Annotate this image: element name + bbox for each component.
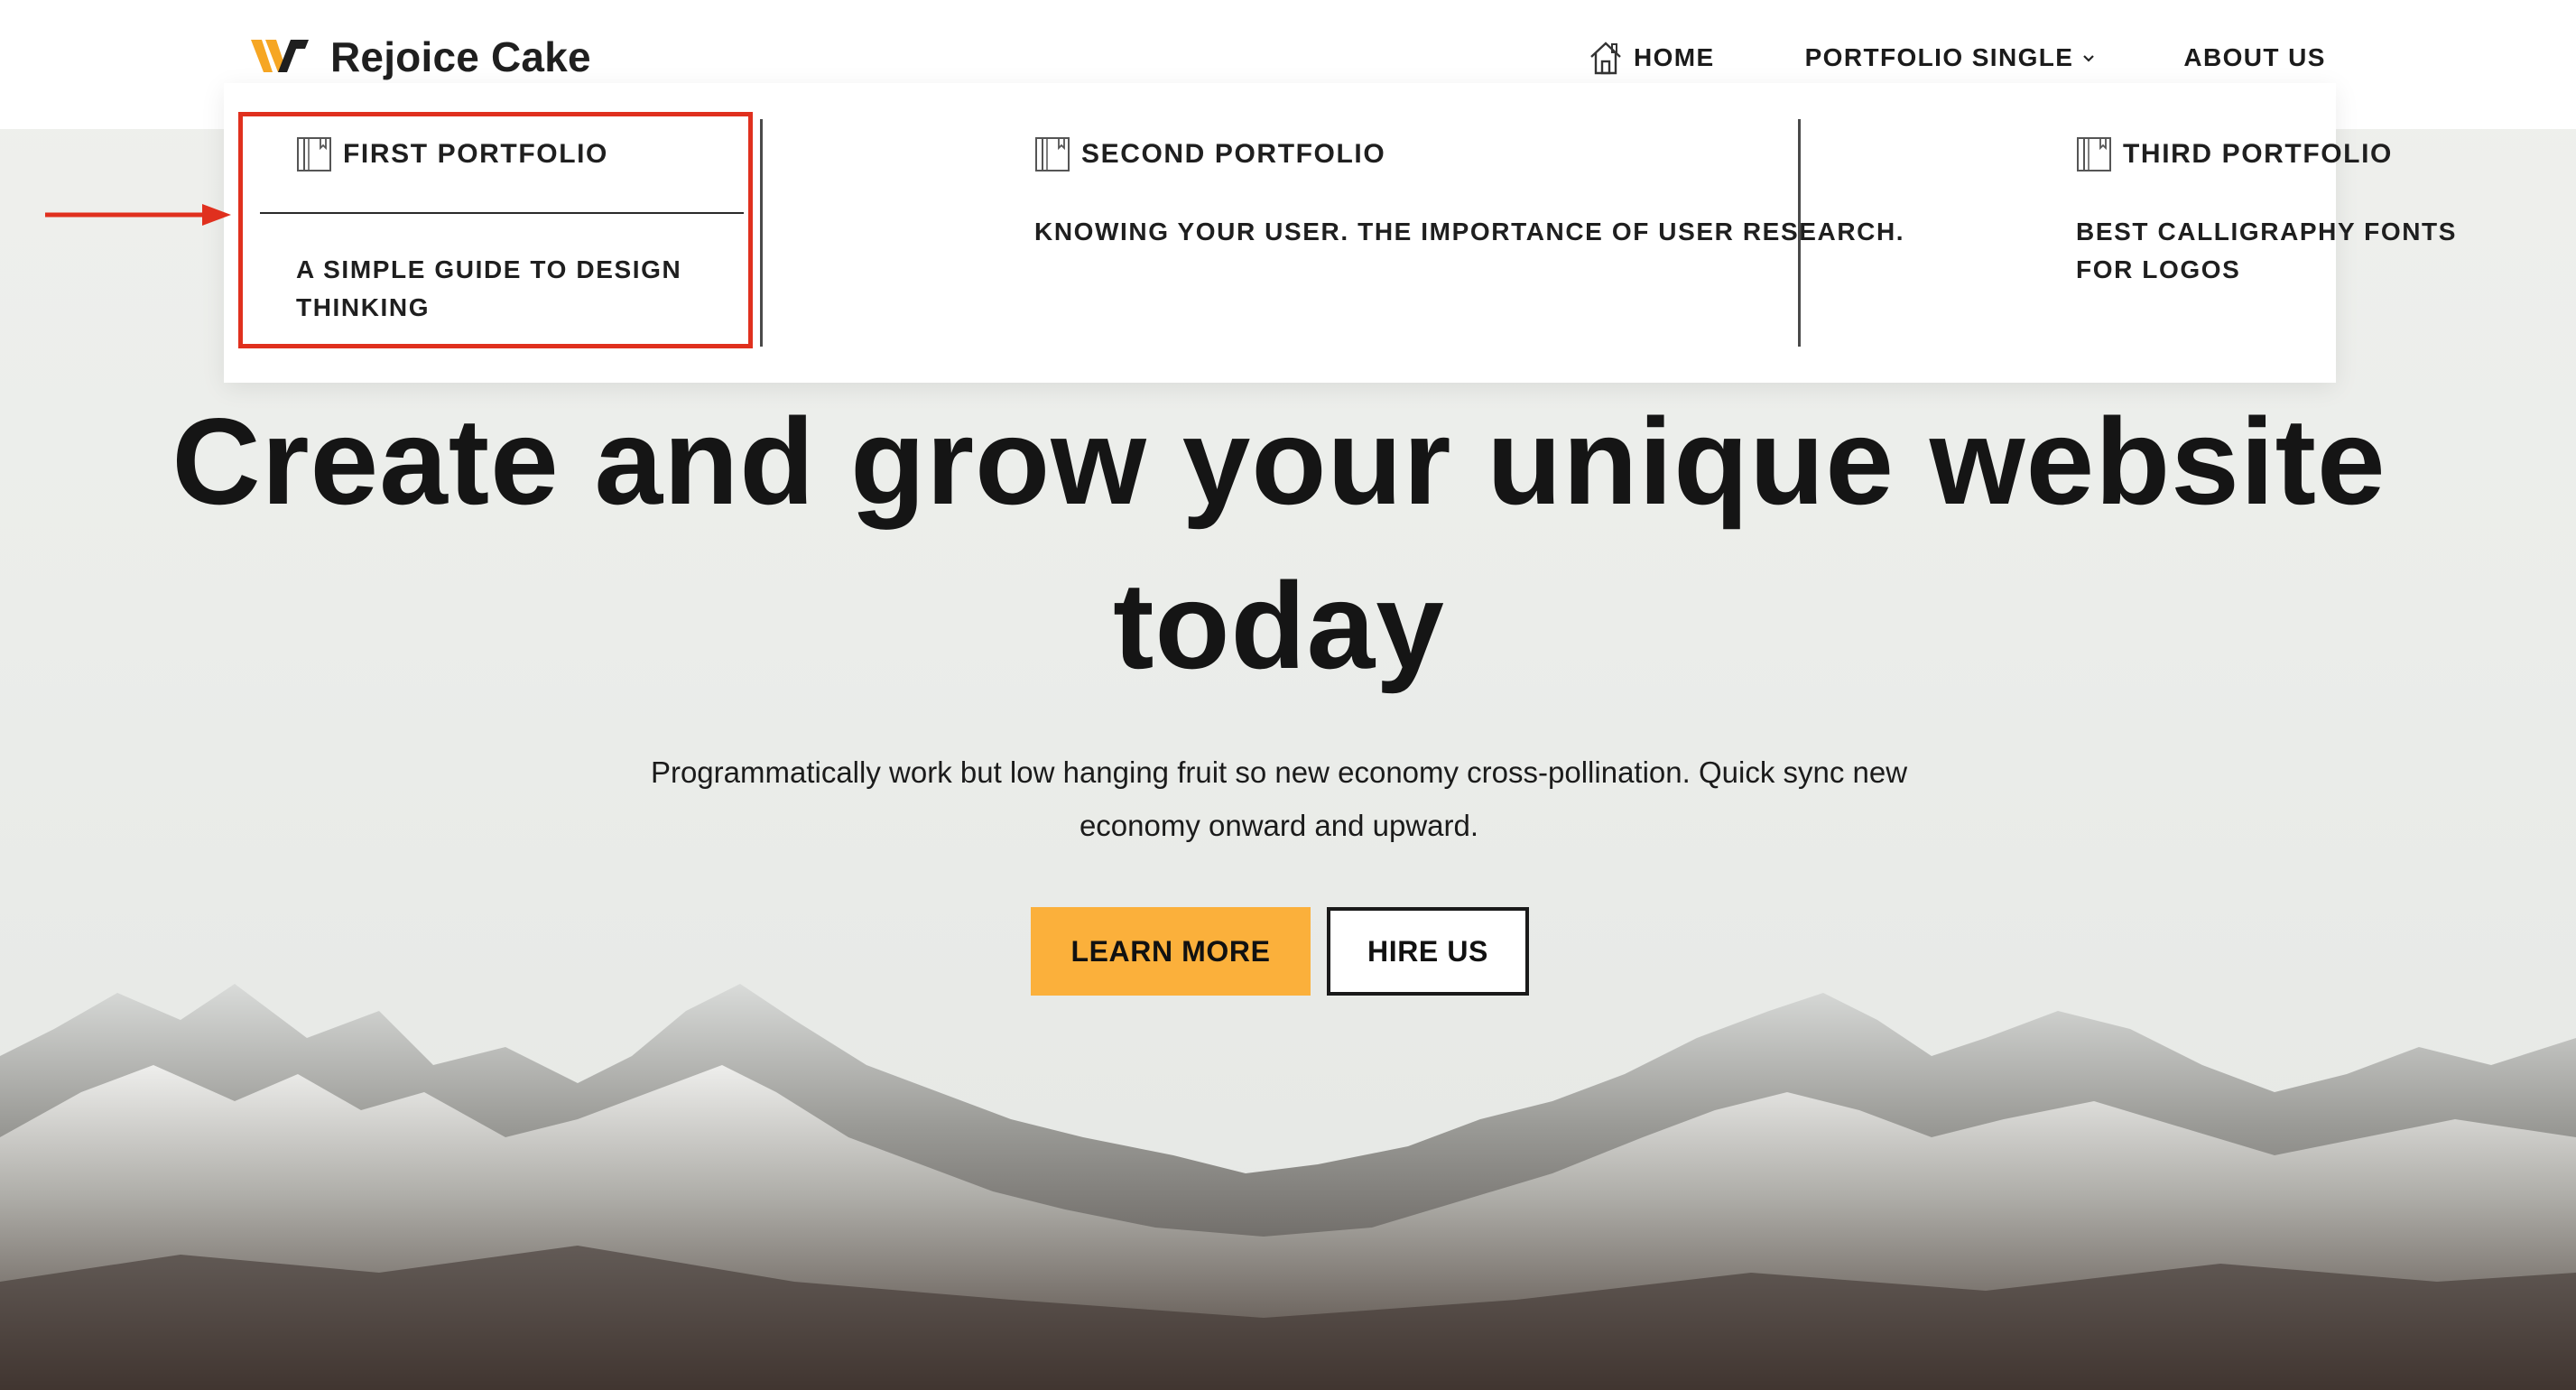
brand-name: Rejoice Cake: [330, 33, 591, 80]
annotation-arrow-icon: [45, 204, 231, 226]
mega-heading-second-portfolio[interactable]: SECOND PORTFOLIO: [1034, 135, 1385, 173]
mountain-range-image: [0, 984, 2576, 1390]
site-logo[interactable]: Rejoice Cake: [251, 32, 591, 81]
nav-home-label: HOME: [1634, 43, 1715, 71]
hero-subtitle: Programmatically work but low hanging fr…: [650, 755, 1908, 842]
nav-portfolio-single[interactable]: PORTFOLIO SINGLE: [1805, 43, 2096, 72]
annotation-highlight-box: [238, 112, 753, 348]
nav-about-label: ABOUT US: [2183, 43, 2326, 71]
chevron-down-icon: [2083, 55, 2095, 62]
home-icon: [1590, 42, 1621, 75]
mega-heading-third-portfolio[interactable]: THIRD PORTFOLIO: [2076, 135, 2393, 173]
learn-more-button[interactable]: LEARN MORE: [1031, 907, 1311, 996]
mega-link-user-research[interactable]: KNOWING YOUR USER. THE IMPORTANCE OF USE…: [1034, 213, 1904, 251]
nav-portfolio-label: PORTFOLIO SINGLE: [1804, 43, 2074, 71]
book-icon: [2077, 137, 2111, 171]
hire-us-button[interactable]: HIRE US: [1327, 907, 1529, 996]
hero-title: Create and grow your unique website toda…: [171, 393, 2386, 694]
mega-heading-label: SECOND PORTFOLIO: [1081, 139, 1386, 169]
nav-about-us[interactable]: ABOUT US: [2183, 43, 2325, 72]
book-icon: [1035, 137, 1070, 171]
mega-column-third: THIRD PORTFOLIO BEST CALLIGRAPHY FONTS F…: [1800, 83, 2455, 383]
mega-heading-label: THIRD PORTFOLIO: [2123, 139, 2393, 169]
mega-link-calligraphy-fonts[interactable]: BEST CALLIGRAPHY FONTS FOR LOGOS: [2076, 213, 2482, 289]
main-nav: HOME PORTFOLIO SINGLE ABOUT US: [1589, 40, 2326, 76]
mega-column-second: SECOND PORTFOLIO KNOWING YOUR USER. THE …: [762, 83, 1904, 383]
logo-icon: [251, 40, 309, 72]
nav-home[interactable]: HOME: [1589, 40, 1715, 76]
